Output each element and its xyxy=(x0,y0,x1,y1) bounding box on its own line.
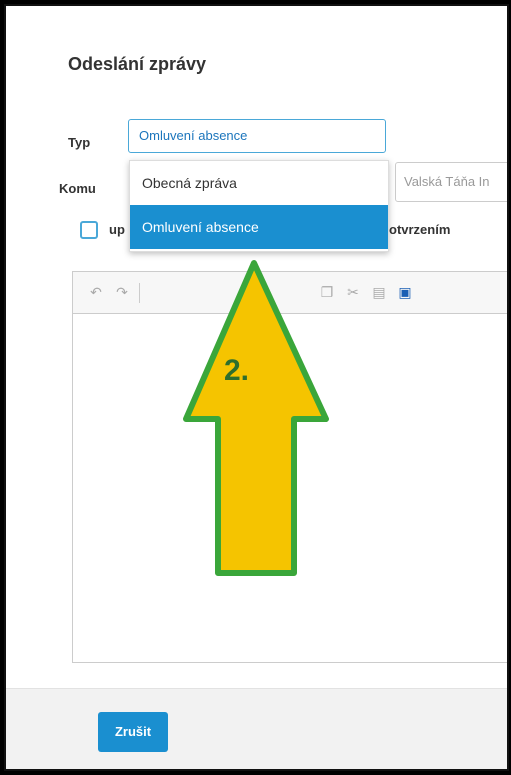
confirmation-checkbox[interactable] xyxy=(80,221,98,239)
paste-icon[interactable]: ▤ xyxy=(366,284,392,301)
toolbar-divider xyxy=(139,282,140,303)
checkbox-label-start: up xyxy=(109,222,125,237)
recipient-label: Komu xyxy=(59,181,96,196)
undo-icon[interactable]: ↶ xyxy=(83,284,109,301)
recipient-input[interactable]: Valská Táňa In xyxy=(395,162,507,202)
redo-icon[interactable]: ↷ xyxy=(109,284,135,301)
type-select[interactable]: Omluvení absence xyxy=(128,119,386,153)
checkbox-label-end: otvrzením xyxy=(389,222,451,237)
option-general-message[interactable]: Obecná zpráva xyxy=(130,161,388,205)
cut-icon[interactable]: ✂ xyxy=(340,284,366,301)
type-label: Typ xyxy=(68,135,91,150)
cancel-button[interactable]: Zrušit xyxy=(98,712,168,752)
step-label: 2. xyxy=(224,354,250,387)
type-dropdown: Obecná zpráva Omluvení absence xyxy=(129,160,389,252)
screenshot-frame: Odeslání zprávy Typ Omluvení absence Kom… xyxy=(4,4,509,771)
option-absence-excuse[interactable]: Omluvení absence xyxy=(130,205,388,249)
annotation-arrow xyxy=(183,260,329,576)
dialog-footer xyxy=(6,688,507,769)
dialog-title: Odeslání zprávy xyxy=(68,54,207,74)
paste-from-word-icon[interactable]: ▣ xyxy=(392,284,418,301)
